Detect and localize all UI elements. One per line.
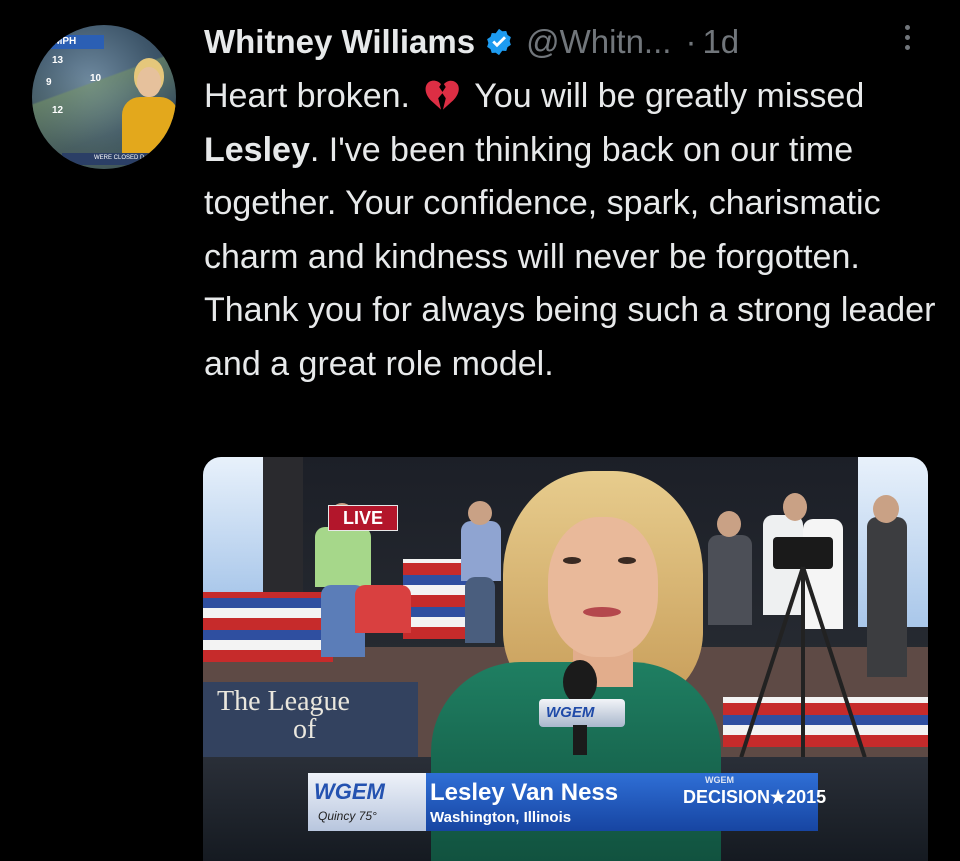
broken-heart-icon — [426, 80, 460, 110]
tweet-text-part: Heart broken. — [204, 77, 420, 115]
background-person — [803, 519, 843, 629]
tweet-media-image[interactable]: The League of WGEM LIVE WGEM Quincy 75° … — [203, 457, 928, 861]
mic-flag: WGEM — [539, 699, 625, 727]
microphone-icon — [563, 660, 597, 704]
author-handle[interactable]: @Whitn... — [526, 23, 671, 61]
reporter-lips — [583, 607, 621, 617]
avatar-mph-bar: MPH — [32, 35, 104, 49]
mic-flag-text: WGEM — [546, 704, 595, 721]
tweet-text-bold: Lesley — [204, 130, 310, 169]
lower-third-name: Lesley Van Ness — [430, 779, 619, 806]
header-separator: · — [685, 23, 697, 60]
background-person-head — [717, 511, 741, 537]
background-person-head — [783, 493, 807, 521]
profile-avatar[interactable]: MPH 13 10 9 12 WERE CLOSED D — [32, 25, 176, 169]
city-temperature: Quincy 75° — [318, 809, 377, 823]
background-person — [355, 585, 411, 633]
tweet-text: Heart broken. You will be greatly missed… — [204, 70, 944, 391]
avatar-map-number: 10 — [90, 73, 102, 84]
live-badge: LIVE — [328, 505, 398, 531]
reporter-face — [548, 517, 658, 657]
live-badge-text: LIVE — [342, 508, 383, 528]
league-banner: The League of — [203, 682, 418, 760]
background-person — [708, 535, 752, 625]
tweet-timestamp[interactable]: 1d — [702, 23, 739, 61]
author-name[interactable]: Whitney Williams — [204, 23, 475, 61]
stage-light-panel — [203, 457, 263, 597]
tweet-text-part: . I've been thinking back on our time to… — [204, 130, 936, 383]
background-person-legs — [465, 577, 495, 643]
league-banner-text-2: of — [293, 714, 317, 745]
tweet-header: Whitney Williams @Whitn... · 1d — [204, 18, 739, 66]
avatar-map-number: 12 — [52, 105, 64, 116]
station-logo-text: WGEM — [314, 779, 385, 804]
tripod-leg — [801, 567, 805, 767]
microphone-handle — [573, 725, 587, 755]
avatar-map-number: 9 — [46, 77, 52, 88]
avatar-ticker: WERE CLOSED D — [62, 153, 152, 165]
reporter-eye — [618, 557, 636, 564]
verified-badge-icon — [487, 28, 511, 56]
more-options-icon[interactable] — [892, 20, 922, 60]
avatar-ticker-text: WERE CLOSED D — [94, 155, 145, 161]
decision-2015-logo: WGEM DECISION★2015 — [683, 775, 827, 808]
tweet-text-part: You will be greatly missed — [465, 77, 865, 115]
avatar-mph-label: MPH — [54, 36, 77, 47]
decision-logo-station: WGEM — [705, 775, 734, 785]
background-person-head — [468, 501, 492, 525]
background-person — [315, 527, 371, 587]
background-person — [867, 517, 907, 677]
background-person-head — [873, 495, 899, 523]
bunting-podium — [403, 559, 467, 639]
reporter-eye — [563, 557, 581, 564]
tv-camera — [773, 537, 833, 569]
league-banner-text: The League — [217, 686, 350, 717]
avatar-map-number: 13 — [52, 55, 64, 66]
lower-third-location: Washington, Illinois — [430, 809, 572, 826]
bunting-table — [203, 592, 333, 662]
avatar-person-head — [137, 67, 161, 97]
decision-logo-text: DECISION★2015 — [683, 787, 827, 807]
avatar-person-body — [122, 97, 176, 159]
station-logo-block: WGEM Quincy 75° — [308, 773, 426, 831]
background-person — [461, 521, 501, 581]
